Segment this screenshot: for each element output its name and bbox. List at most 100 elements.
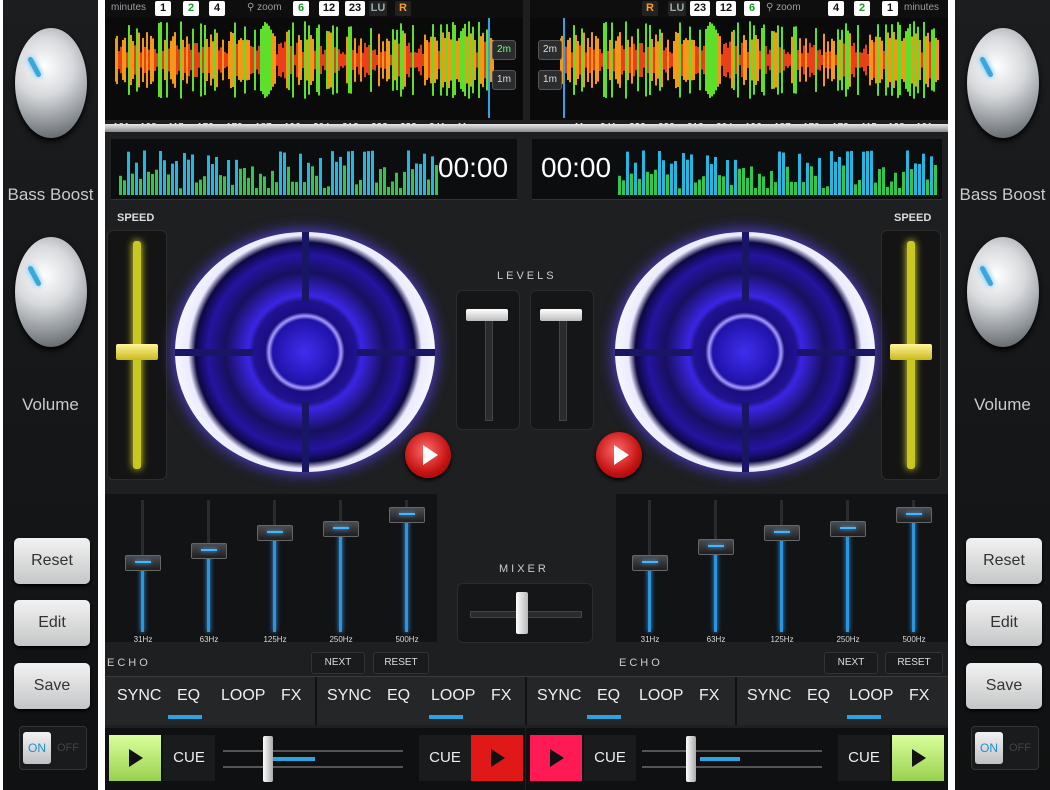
zoom-minutes-1[interactable]: 1 bbox=[155, 1, 171, 16]
tab-loop[interactable]: LOOP bbox=[849, 687, 893, 705]
eq-handle[interactable] bbox=[830, 521, 866, 537]
right-turntable[interactable] bbox=[615, 232, 875, 472]
zoom-level-23[interactable]: 23 bbox=[690, 1, 710, 16]
left-level-fader[interactable] bbox=[456, 290, 520, 430]
right-speed-slider[interactable] bbox=[881, 230, 941, 480]
eq-band-63hz[interactable]: 63Hz bbox=[686, 500, 746, 644]
marker-1m[interactable]: 1m bbox=[538, 70, 562, 90]
eq-band-500hz[interactable]: 500Hz bbox=[884, 500, 944, 644]
reset-button[interactable]: Reset bbox=[14, 538, 90, 584]
tab-fx[interactable]: FX bbox=[281, 687, 301, 705]
right-waveform[interactable]: 2m 1m 11 241 232 222 213 204 196 187 179… bbox=[530, 18, 948, 133]
zoom-level-6[interactable]: 6 bbox=[293, 1, 309, 16]
toggle-on[interactable]: ON bbox=[23, 732, 51, 764]
zoom-level-23[interactable]: 23 bbox=[345, 1, 365, 16]
reset-button[interactable]: Reset bbox=[966, 538, 1042, 584]
toggle-on[interactable]: ON bbox=[975, 732, 1003, 764]
eq-handle[interactable] bbox=[698, 539, 734, 555]
right-level-fader[interactable] bbox=[530, 290, 594, 430]
edit-button[interactable]: Edit bbox=[966, 600, 1042, 646]
r-button[interactable]: R bbox=[642, 1, 658, 16]
marker-1m[interactable]: 1m bbox=[492, 70, 516, 90]
eq-band-63hz[interactable]: 63Hz bbox=[179, 500, 239, 644]
tab-loop[interactable]: LOOP bbox=[431, 687, 475, 705]
tab-sync[interactable]: SYNC bbox=[327, 687, 371, 705]
eq-band-31hz[interactable]: 31Hz bbox=[113, 500, 173, 644]
cue-button[interactable]: CUE bbox=[838, 735, 890, 781]
edit-button[interactable]: Edit bbox=[14, 600, 90, 646]
eq-band-500hz[interactable]: 500Hz bbox=[377, 500, 437, 644]
zoom-minutes-2[interactable]: 2 bbox=[183, 1, 199, 16]
eq-handle[interactable] bbox=[323, 521, 359, 537]
tab-eq[interactable]: EQ bbox=[387, 687, 410, 705]
zoom-minutes-4[interactable]: 4 bbox=[828, 1, 844, 16]
eq-band-125hz[interactable]: 125Hz bbox=[245, 500, 305, 644]
power-toggle[interactable]: ON OFF bbox=[971, 726, 1039, 770]
left-speed-slider[interactable] bbox=[107, 230, 167, 480]
tab-loop[interactable]: LOOP bbox=[221, 687, 265, 705]
crossfader[interactable] bbox=[457, 583, 593, 643]
eq-handle[interactable] bbox=[632, 555, 668, 571]
marker-2m[interactable]: 2m bbox=[492, 40, 516, 60]
marker-2m[interactable]: 2m bbox=[538, 40, 562, 60]
volume-knob[interactable] bbox=[967, 237, 1039, 347]
tab-eq[interactable]: EQ bbox=[597, 687, 620, 705]
speed-handle[interactable] bbox=[890, 344, 932, 360]
lu-button[interactable]: LU bbox=[369, 1, 387, 16]
bass-boost-knob[interactable] bbox=[967, 28, 1039, 138]
left-turntable[interactable] bbox=[175, 232, 435, 472]
volume-knob[interactable] bbox=[15, 237, 87, 347]
zoom-level-6[interactable]: 6 bbox=[744, 1, 760, 16]
eq-handle[interactable] bbox=[125, 555, 161, 571]
tab-sync[interactable]: SYNC bbox=[537, 687, 581, 705]
r-button[interactable]: R bbox=[395, 1, 411, 16]
zoom-minutes-4[interactable]: 4 bbox=[209, 1, 225, 16]
power-toggle[interactable]: ON OFF bbox=[19, 726, 87, 770]
save-button[interactable]: Save bbox=[14, 663, 90, 709]
tab-fx[interactable]: FX bbox=[699, 687, 719, 705]
speed-handle[interactable] bbox=[116, 344, 158, 360]
toggle-off[interactable]: OFF bbox=[1008, 732, 1032, 764]
left-waveform[interactable]: 2m 1m 101 108 115 172 179 187 196 204 21… bbox=[105, 18, 523, 133]
play-icon[interactable] bbox=[530, 735, 582, 781]
zoom-minutes-2[interactable]: 2 bbox=[854, 1, 870, 16]
eq-handle[interactable] bbox=[764, 525, 800, 541]
play-icon[interactable] bbox=[892, 735, 944, 781]
tab-sync[interactable]: SYNC bbox=[747, 687, 791, 705]
left-next-button[interactable]: NEXT bbox=[311, 652, 365, 674]
eq-band-250hz[interactable]: 250Hz bbox=[311, 500, 371, 644]
play-icon[interactable] bbox=[471, 735, 523, 781]
crossfader-handle[interactable] bbox=[516, 592, 528, 634]
bass-boost-knob[interactable] bbox=[15, 28, 87, 138]
tab-loop[interactable]: LOOP bbox=[639, 687, 683, 705]
eq-handle[interactable] bbox=[896, 507, 932, 523]
eq-handle[interactable] bbox=[191, 543, 227, 559]
right-next-button[interactable]: NEXT bbox=[824, 652, 878, 674]
pitch-slider[interactable] bbox=[223, 736, 403, 782]
pitch-handle[interactable] bbox=[263, 736, 273, 782]
eq-band-31hz[interactable]: 31Hz bbox=[620, 500, 680, 644]
zoom-minutes-1[interactable]: 1 bbox=[882, 1, 898, 16]
cue-button[interactable]: CUE bbox=[163, 735, 215, 781]
zoom-level-12[interactable]: 12 bbox=[319, 1, 339, 16]
cue-button[interactable]: CUE bbox=[584, 735, 636, 781]
tab-fx[interactable]: FX bbox=[491, 687, 511, 705]
right-play-icon[interactable] bbox=[596, 432, 642, 478]
save-button[interactable]: Save bbox=[966, 663, 1042, 709]
fader-handle[interactable] bbox=[540, 309, 582, 321]
eq-handle[interactable] bbox=[257, 525, 293, 541]
pitch-slider[interactable] bbox=[642, 736, 822, 782]
lu-button[interactable]: LU bbox=[668, 1, 686, 16]
eq-band-250hz[interactable]: 250Hz bbox=[818, 500, 878, 644]
toggle-off[interactable]: OFF bbox=[56, 732, 80, 764]
eq-band-125hz[interactable]: 125Hz bbox=[752, 500, 812, 644]
play-icon[interactable] bbox=[109, 735, 161, 781]
pitch-handle[interactable] bbox=[686, 736, 696, 782]
eq-handle[interactable] bbox=[389, 507, 425, 523]
fader-handle[interactable] bbox=[466, 309, 508, 321]
tab-eq[interactable]: EQ bbox=[177, 687, 200, 705]
tab-fx[interactable]: FX bbox=[909, 687, 929, 705]
tab-sync[interactable]: SYNC bbox=[117, 687, 161, 705]
tab-eq[interactable]: EQ bbox=[807, 687, 830, 705]
left-reset-button[interactable]: RESET bbox=[373, 652, 429, 674]
